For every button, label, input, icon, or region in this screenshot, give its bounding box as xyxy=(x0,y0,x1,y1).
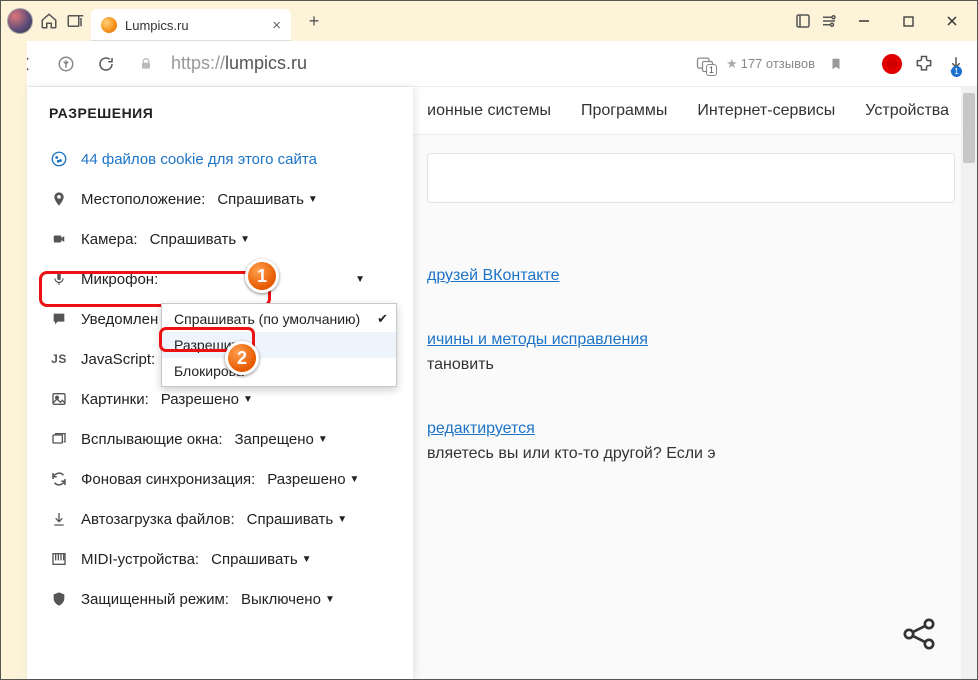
bookmark-icon[interactable] xyxy=(825,53,847,75)
perm-camera[interactable]: Камера: Спрашивать▼ xyxy=(49,219,395,259)
popup-icon xyxy=(49,431,69,447)
sidebar-gutter xyxy=(1,41,27,679)
dropdown-option-allow[interactable]: Разрешить xyxy=(162,332,396,358)
perm-protected[interactable]: Защищенный режим: Выключено▼ xyxy=(49,579,395,619)
tab-strip: Lumpics.ru × + xyxy=(1,1,977,41)
article-text: тановить xyxy=(427,356,494,373)
image-icon xyxy=(49,391,69,407)
caret-down-icon: ▼ xyxy=(318,434,328,445)
article-text: вляетесь вы или кто-то другой? Если э xyxy=(427,445,716,462)
window-minimize-button[interactable] xyxy=(845,6,883,36)
profile-avatar[interactable] xyxy=(7,8,33,34)
microphone-icon xyxy=(49,270,69,288)
perm-popups[interactable]: Всплывающие окна: Запрещено▼ xyxy=(49,419,395,459)
active-tab[interactable]: Lumpics.ru × xyxy=(91,9,291,41)
sync-icon xyxy=(49,470,69,488)
js-icon: JS xyxy=(49,352,69,366)
midi-icon xyxy=(49,551,69,567)
nav-item[interactable]: ионные системы xyxy=(427,102,551,120)
tab-title: Lumpics.ru xyxy=(125,18,264,33)
permissions-title: РАЗРЕШЕНИЯ xyxy=(49,105,395,121)
caret-down-icon: ▼ xyxy=(355,274,365,285)
site-search-box[interactable] xyxy=(427,153,955,203)
new-tab-button[interactable]: + xyxy=(301,8,327,34)
nav-item[interactable]: Интернет-сервисы xyxy=(697,102,835,120)
site-info-button[interactable] xyxy=(131,49,161,79)
url-host: lumpics.ru xyxy=(225,53,307,73)
chat-icon xyxy=(49,311,69,327)
yandex-icon[interactable] xyxy=(51,49,81,79)
url-display[interactable]: https://lumpics.ru xyxy=(171,53,684,74)
article-link[interactable]: друзей ВКонтакте xyxy=(427,267,560,284)
caret-down-icon: ▼ xyxy=(350,474,360,485)
url-scheme: https:// xyxy=(171,53,225,73)
vertical-scrollbar[interactable] xyxy=(961,87,977,679)
annotation-badge-2: 2 xyxy=(225,341,259,375)
home-icon[interactable] xyxy=(39,11,59,31)
cookies-row[interactable]: 44 файлов cookie для этого сайта xyxy=(49,139,395,179)
perm-microphone[interactable]: Микрофон: ▼ xyxy=(49,259,395,299)
reviews-indicator[interactable]: ★177 отзывов xyxy=(726,56,815,72)
nav-item[interactable]: Программы xyxy=(581,102,667,120)
tab-close-icon[interactable]: × xyxy=(272,17,281,34)
caret-down-icon: ▼ xyxy=(243,394,253,405)
location-icon xyxy=(49,191,69,207)
article-link[interactable]: редактируется xyxy=(427,420,535,437)
caret-down-icon: ▼ xyxy=(240,234,250,245)
caret-down-icon: ▼ xyxy=(308,194,318,205)
dropdown-option-block[interactable]: Блокирова xyxy=(162,358,396,384)
perm-location[interactable]: Местоположение: Спрашивать▼ xyxy=(49,179,395,219)
download-icon xyxy=(49,510,69,528)
downloads-icon[interactable]: 1 xyxy=(945,53,967,75)
adblock-icon[interactable] xyxy=(881,53,903,75)
article-link[interactable]: ичины и методы исправления xyxy=(427,331,648,348)
translate-icon[interactable]: 1 xyxy=(694,53,716,75)
dropdown-option-ask[interactable]: Спрашивать (по умолчанию)✔ xyxy=(162,306,396,332)
settings-lines-icon[interactable] xyxy=(819,11,839,31)
address-bar: https://lumpics.ru 1 ★177 отзывов 1 xyxy=(1,41,977,87)
cookies-link[interactable]: 44 файлов cookie для этого сайта xyxy=(81,151,317,168)
shield-icon xyxy=(49,590,69,608)
microphone-dropdown: Спрашивать (по умолчанию)✔ Разрешить Бло… xyxy=(161,303,397,387)
tab-favicon-icon xyxy=(101,17,117,33)
camera-icon xyxy=(49,232,69,246)
article-body: друзей ВКонтакте ичины и методы исправле… xyxy=(427,263,955,467)
perm-autodownload[interactable]: Автозагрузка файлов: Спрашивать▼ xyxy=(49,499,395,539)
collections-icon[interactable] xyxy=(65,11,85,31)
reload-button[interactable] xyxy=(91,49,121,79)
window-close-button[interactable] xyxy=(933,6,971,36)
extension-puzzle-icon[interactable] xyxy=(913,53,935,75)
caret-down-icon: ▼ xyxy=(337,514,347,525)
caret-down-icon: ▼ xyxy=(302,554,312,565)
window-maximize-button[interactable] xyxy=(889,6,927,36)
nav-item[interactable]: Устройства xyxy=(865,102,949,120)
share-icon[interactable] xyxy=(899,614,939,657)
scrollbar-thumb[interactable] xyxy=(963,93,975,163)
perm-midi[interactable]: MIDI-устройства: Спрашивать▼ xyxy=(49,539,395,579)
annotation-badge-1: 1 xyxy=(245,259,279,293)
favorites-icon[interactable] xyxy=(793,11,813,31)
perm-bgsync[interactable]: Фоновая синхронизация: Разрешено▼ xyxy=(49,459,395,499)
caret-down-icon: ▼ xyxy=(325,594,335,605)
cookie-icon xyxy=(49,150,69,168)
check-icon: ✔ xyxy=(377,311,388,327)
